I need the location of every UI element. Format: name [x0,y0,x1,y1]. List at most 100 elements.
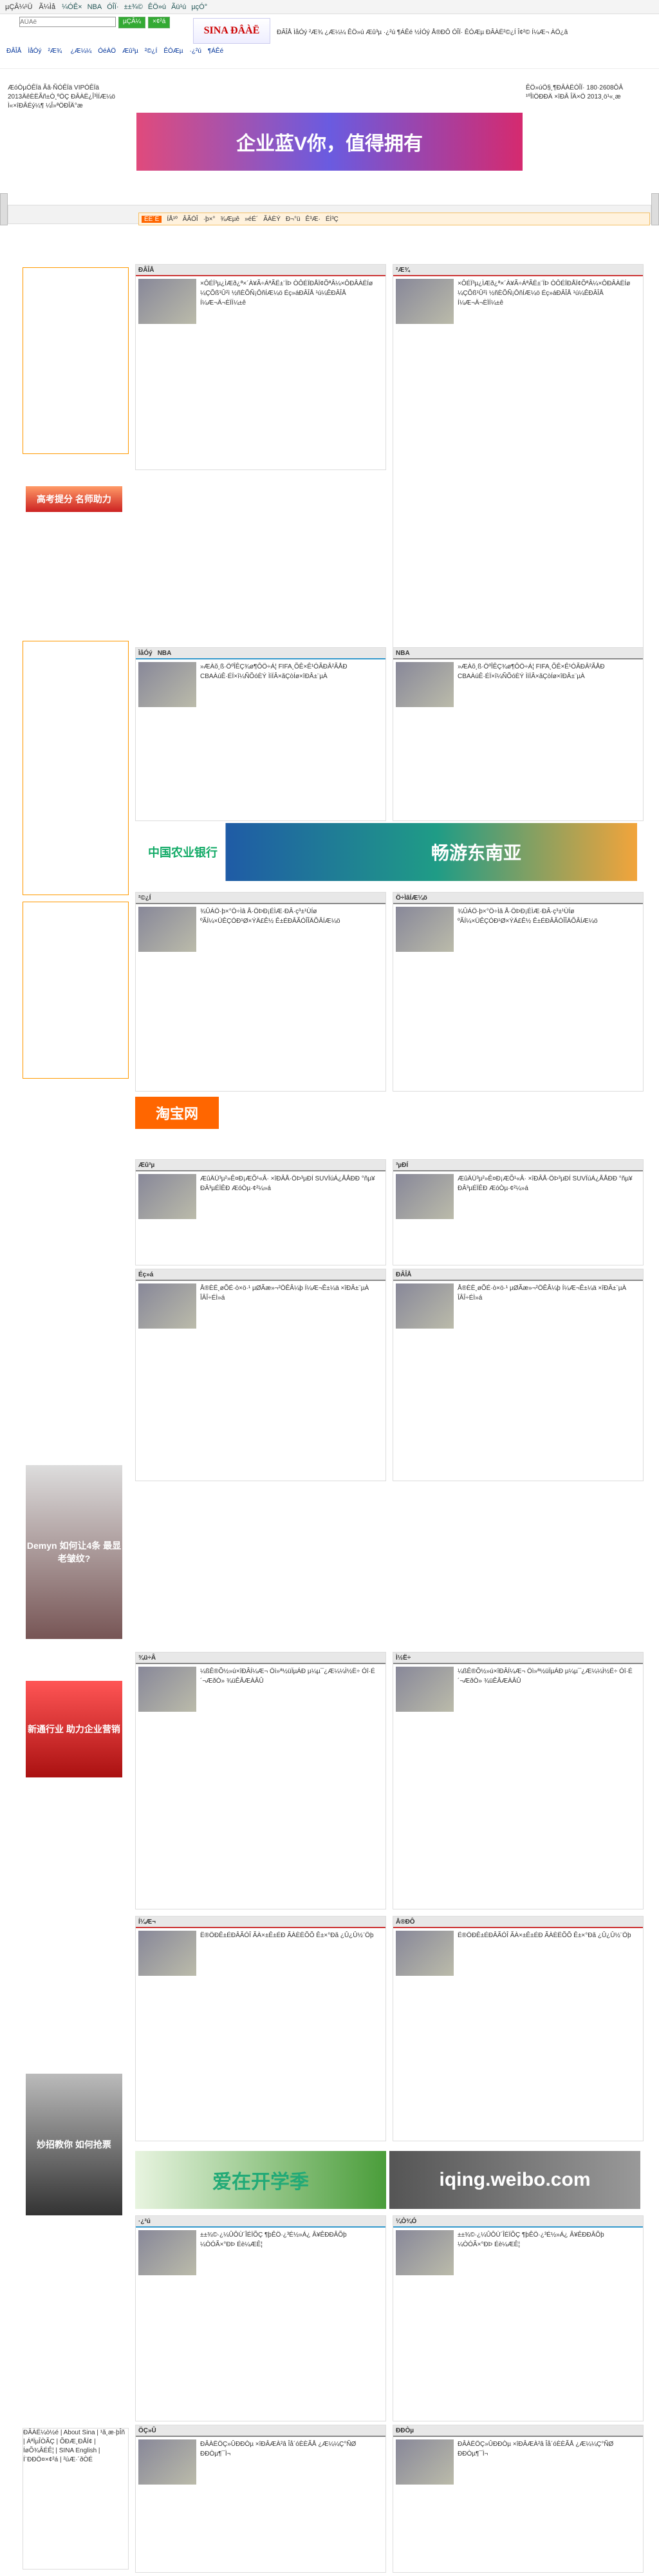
left-ad[interactable]: 高考提分 名师助力 [26,486,122,512]
thumbnail[interactable] [138,2230,196,2275]
enterprise-banner[interactable]: 企业蓝V你，值得拥有 [136,113,523,171]
section-title[interactable]: ÐÂÎÅ [138,267,154,274]
channel-item[interactable]: ²Æ¾­ [48,48,64,55]
thumbnail[interactable] [396,1667,454,1712]
section-text[interactable]: ÐÂÀËÖÇ»ÛÐÐÒµ ×îÐÂÆÀ²â Îå´óÈÈÃÅ ¿Æ¼¼Ç°ÑØ … [200,2441,356,2458]
section-title[interactable]: ÖÇ»Û [138,2427,156,2434]
section-text[interactable]: »ÆÀõ¸ß·ÖºÎÊÇ¾ø¶ÔÖ÷Á¦ FIFA¸ÕÊ×Ê¹ÓÃÐÂ²ÃÅÐ … [200,663,348,680]
taobao-logo[interactable]: 淘宝网 [135,1097,219,1129]
channel-item[interactable]: ²©¿Í [145,48,158,55]
section-text[interactable]: Ë®ÖÐÊ±ÉÐÂÃÓÎ ÃÀ×±Ê±ÉÐ ÃÀÈËÕÕ Ê±×°Ðã ¿Û¿Û… [200,1932,374,1939]
thumbnail[interactable] [138,1667,196,1712]
section-title[interactable]: ²Æ¾­ [396,267,412,274]
left-side-tab[interactable] [0,193,8,225]
media-link[interactable]: Ã¼Ìå [39,3,55,11]
top-nav-item-6[interactable]: µçÓ° [191,3,207,11]
thumbnail[interactable] [396,1174,454,1219]
thumbnail[interactable] [138,1174,196,1219]
section-text[interactable]: ¼ßÊ®Õ½»ú×îÐÂÍ¼Æ¬ Öì»ª½üÏµÁÐ µ¼µ¯¿Æ¼¼Ì½Ë÷… [458,1668,633,1685]
channel-item[interactable]: ¶ÁÊé [208,48,223,55]
right-side-tab[interactable] [651,193,659,225]
bank-banner[interactable]: 中国农业银行 畅游东南亚 [135,823,637,881]
section-text[interactable]: ×ÔÉÏ³µ¿ÌÆð¿ª×´À¥Ã÷ÁªÃË±¨ÏÞ ÒÔÉÏÐÅÏ¢ÕªÂ¼×… [200,280,373,307]
top-nav-item-3[interactable]: ±±¾© [124,3,143,11]
thumbnail[interactable] [396,1283,454,1329]
left-ad[interactable]: 妙招教你 如何抢票 [26,2074,122,2215]
section-text[interactable]: ÆûÄÜ³µ²»Ê¤Ð¡ÆÕ¹«Â· ×îÐÂÅ·ÖÞ³µÐÍ SUVÏúÁ¿Å… [200,1175,375,1192]
section-text[interactable]: ÐÂÀËÖÇ»ÛÐÐÒµ ×îÐÂÆÀ²â Îå´óÈÈÃÅ ¿Æ¼¼Ç°ÑØ … [458,2441,613,2458]
section-title[interactable]: ¼Ò¾Ó [396,2218,416,2225]
section-text[interactable]: ¾ÛÁÖ·þ×°Ö÷Ìâ Å·ÖÞÐ¡ÉÌÆ·ÐÂ·ç³±¹ÙÍø ºÃÍ¼×Ü… [458,908,598,925]
section-title[interactable]: NBA [396,650,410,657]
section-text[interactable]: ¼ßÊ®Õ½»ú×îÐÂÍ¼Æ¬ Öì»ª½üÏµÁÐ µ¼µ¯¿Æ¼¼Ì½Ë÷… [200,1668,375,1685]
thumbnail[interactable] [396,2439,454,2485]
thumbnail[interactable] [396,1931,454,1976]
footer-links[interactable]: ÐÂÀË¼ò½é | About Sina | ¹ã¸æ·þÎñ | ÁªÏµÎ… [23,2428,129,2570]
thumbnail[interactable] [138,662,196,707]
section-text[interactable]: ±±¾©·¿¼ÛÔÙ´ÎÉÏÕÇ ¶þÊÖ·¿³É½»Á¿ Â¥ÊÐÐÂÕþ ¼… [458,2231,604,2248]
section-title[interactable]: ³µÐÍ [396,1162,408,1169]
section-title[interactable]: ·¿²ú [138,2218,151,2225]
top-nav-item-0[interactable]: ¼ÓÊ× [62,3,82,11]
hot-keyword[interactable]: ÂÃÓÎ [183,216,198,223]
top-nav-item-5[interactable]: Ãü¹ú [171,3,186,11]
hot-keyword[interactable]: Ê³Æ· [306,216,320,223]
section-text[interactable]: Å®ÈË¸øÕÉ·ò×ö·¹ µØÃæ»¬²ÖÊÂ¼þ Í¼Æ¬Ê±¼ä ×îÐ… [200,1285,369,1302]
school-banner[interactable]: 爱在开学季 [135,2151,386,2209]
channel-item[interactable]: ÐÂÎÅ [6,48,21,55]
header-links[interactable]: ÐÂÎÅ ÌåÓý ²Æ¾­ ¿Æ¼¼ ÊÖ»ú Æû³µ ·¿²ú ¶ÁÊé … [277,28,650,37]
section-text[interactable]: »ÆÀõ¸ß·ÖºÎÊÇ¾ø¶ÔÖ÷Á¦ FIFA¸ÕÊ×Ê¹ÓÃÐÂ²ÃÅÐ … [458,663,605,680]
thumbnail[interactable] [138,279,196,324]
section-text[interactable]: Ë®ÖÐÊ±ÉÐÂÃÓÎ ÃÀ×±Ê±ÉÐ ÃÀÈËÕÕ Ê±×°Ðã ¿Û¿Û… [458,1932,631,1939]
section-title[interactable]: Í¼Æ¬ [138,1918,156,1926]
hot-keyword[interactable]: Ð¬°ü [286,216,301,223]
left-list-2[interactable] [23,641,129,895]
left-links[interactable]: ÆóÒµÓÊÏä Ãâ·ÑÓÊÏä VIPÓÊÏä 2013ÄêÈËÃñ±Ò¸º… [8,84,130,180]
channel-item[interactable]: ÓéÀÖ [98,48,116,55]
site-logo[interactable]: SINA ÐÂÀË [193,18,270,44]
register-button[interactable]: ×¢²á [148,17,171,28]
hot-keyword[interactable]: ÍÅ¹º [167,216,177,223]
hot-keyword[interactable]: »éÉ´ [245,216,258,223]
weibo-banner[interactable]: iqing.weibo.com [389,2151,640,2209]
login-link[interactable]: µÇÂ¼¹Ü [5,3,32,11]
section-title[interactable]: Å®ÐÔ [396,1918,415,1926]
channel-item[interactable]: Æû³µ [122,48,138,55]
right-links[interactable]: ÊÖ»úÖ§¸¶ÐÂÀËÓÎÏ· 180·2608ÔÂ ¹ºÎïÖÐÐÄ ×îÐ… [526,84,651,180]
section-text[interactable]: ¾ÛÁÖ·þ×°Ö÷Ìâ Å·ÖÞÐ¡ÉÌÆ·ÐÂ·ç³±¹ÙÍø ºÃÍ¼×Ü… [200,908,340,925]
section-title[interactable]: ¾ü÷Â [138,1654,156,1662]
left-ad[interactable]: 新通行业 助力企业营销 [26,1681,122,1777]
section-text[interactable]: ±±¾©·¿¼ÛÔÙ´ÎÉÏÕÇ ¶þÊÖ·¿³É½»Á¿ Â¥ÊÐÐÂÕþ ¼… [200,2231,347,2248]
section-text[interactable]: ×ÔÉÏ³µ¿ÌÆð¿ª×´À¥Ã÷ÁªÃË±¨ÏÞ ÒÔÉÏÐÅÏ¢ÕªÂ¼×… [458,280,630,307]
thumbnail[interactable] [396,907,454,952]
section-title[interactable]: Éç»á [138,1271,153,1278]
section-title[interactable]: Ö÷ÌâÍÆ¼ö [396,895,427,902]
section-title[interactable]: Æû³µ [138,1162,154,1169]
hot-keyword[interactable]: ÉÌ³Ç [326,216,339,223]
thumbnail[interactable] [396,662,454,707]
section-title[interactable]: Ì½Ë÷ [396,1654,411,1662]
section-title[interactable]: ÐÐÒµ [396,2427,414,2434]
section-text[interactable]: ÆûÄÜ³µ²»Ê¤Ð¡ÆÕ¹«Â· ×îÐÂÅ·ÖÞ³µÐÍ SUVÏúÁ¿Å… [458,1175,633,1192]
top-nav-item-4[interactable]: ÊÖ»ú [148,3,166,11]
thumbnail[interactable] [138,1283,196,1329]
thumbnail[interactable] [138,907,196,952]
section-text[interactable]: Å®ÈË¸øÕÉ·ò×ö·¹ µØÃæ»¬²ÖÊÂ¼þ Í¼Æ¬Ê±¼ä ×îÐ… [458,1285,626,1302]
left-news-list[interactable] [23,267,129,454]
thumbnail[interactable] [138,1931,196,1976]
section-title[interactable]: ÐÂÎÅ [396,1271,411,1278]
section-tab[interactable]: NBA [158,650,172,657]
channel-item[interactable]: ÊÓÆµ [163,48,183,55]
search-button[interactable]: µÇÂ¼ [118,17,145,28]
search-input[interactable] [19,17,116,27]
left-list-3[interactable] [23,902,129,1079]
thumbnail[interactable] [396,2230,454,2275]
channel-item[interactable]: ÌåÓý [28,48,41,55]
hot-keyword[interactable]: ÃÀÈÝ [263,216,281,223]
section-title[interactable]: ²©¿Í [138,895,151,902]
top-nav-item-2[interactable]: ÓÎÏ· [107,3,118,11]
hot-keyword[interactable]: ·þ×° [203,216,216,223]
thumbnail[interactable] [396,279,454,324]
hot-keyword[interactable]: ¾Æµê [220,216,239,223]
section-title[interactable]: ÌåÓý [138,650,153,657]
